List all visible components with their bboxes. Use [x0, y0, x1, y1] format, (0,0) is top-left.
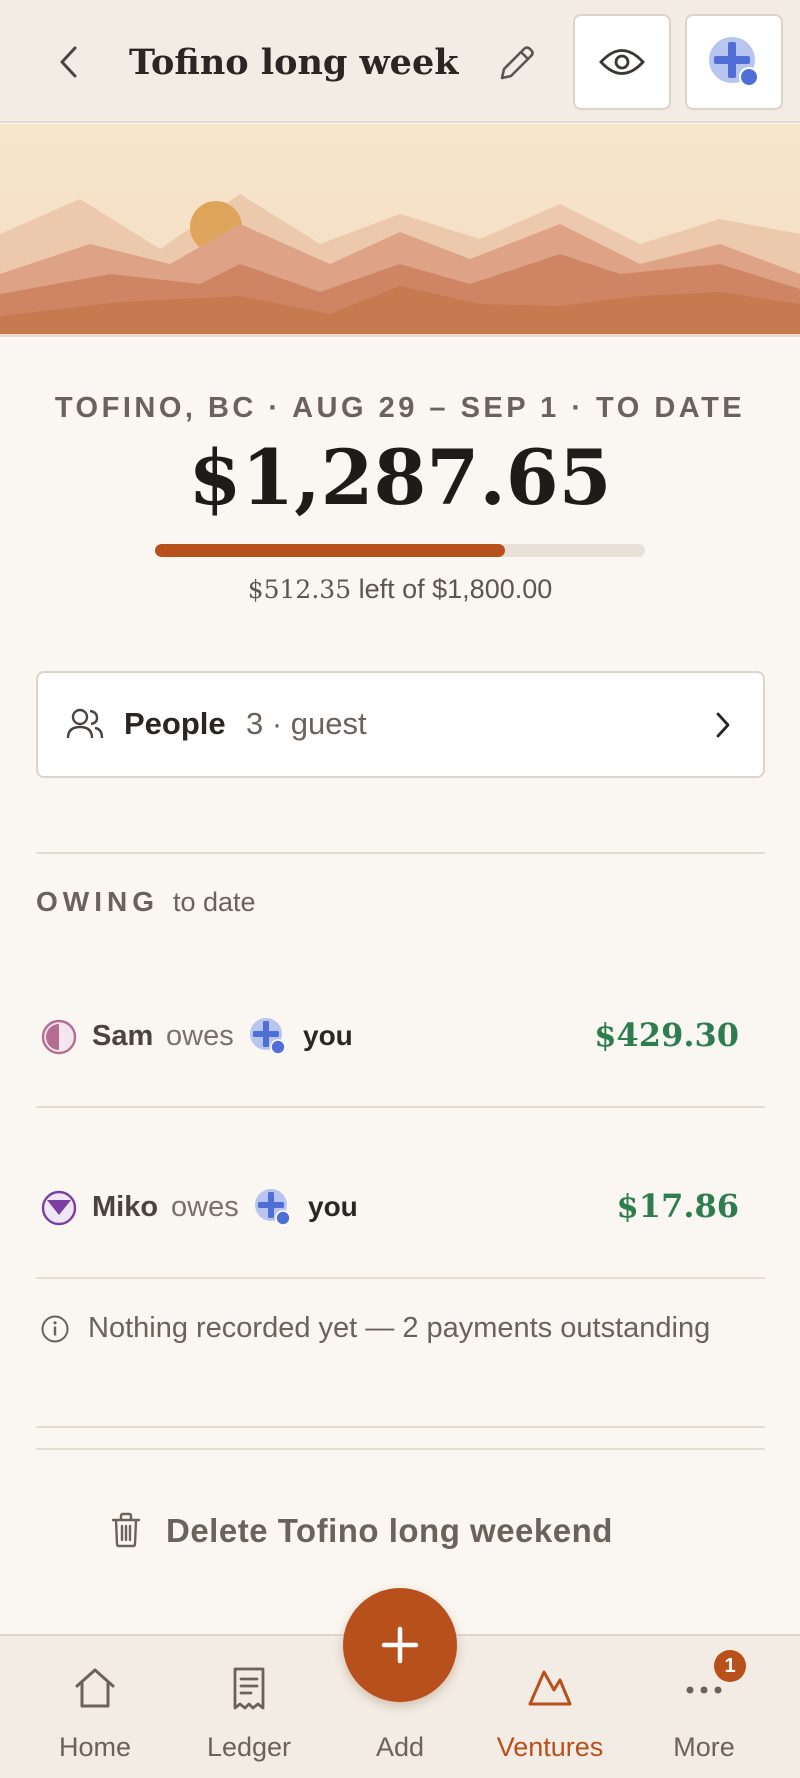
trash-icon	[111, 1512, 141, 1548]
user-avatar-icon	[709, 37, 759, 87]
section-divider	[36, 1426, 765, 1428]
owed-amount: $17.86	[616, 1187, 739, 1225]
miko-avatar-icon	[41, 1190, 77, 1226]
people-card[interactable]: People 3 · guest	[36, 671, 765, 778]
owing-title: OWING	[36, 886, 159, 917]
section-divider	[36, 1448, 765, 1450]
you-avatar-icon	[255, 1189, 291, 1226]
back-button[interactable]	[46, 38, 90, 86]
people-count: 3 · guest	[246, 706, 367, 741]
remaining-text: left of $1,800.00	[351, 574, 553, 604]
trip-banner-illustration	[0, 124, 800, 336]
profile-avatar-button[interactable]	[685, 14, 783, 110]
trip-meta: TOFINO, BC · AUG 29 – SEP 1 · TO DATE	[54, 392, 746, 424]
owing-subtitle: to date	[173, 887, 256, 917]
sam-avatar-icon	[41, 1019, 77, 1055]
trip-total: $1,287.65	[188, 433, 612, 522]
chevron-left-icon	[60, 46, 77, 78]
owing-heading: OWING to date	[36, 886, 256, 918]
owes-label: owes	[171, 1191, 239, 1223]
home-icon	[75, 1668, 115, 1708]
nav-ventures-label: Ventures	[496, 1732, 604, 1762]
remaining-amount: $512.35	[247, 575, 352, 604]
you-avatar-icon	[250, 1018, 286, 1055]
nav-more-label: More	[673, 1732, 735, 1762]
owed-amount: $429.30	[594, 1016, 739, 1054]
add-expense-fab[interactable]	[343, 1588, 457, 1702]
section-divider	[36, 852, 765, 854]
delete-label: Delete Tofino long weekend	[166, 1512, 613, 1549]
plus-icon	[381, 1626, 419, 1664]
people-icon	[66, 708, 104, 739]
payments-note: Nothing recorded yet — 2 payments outsta…	[40, 1310, 780, 1350]
eye-icon	[599, 49, 645, 75]
debtor-name: Sam	[92, 1020, 154, 1052]
nav-ventures[interactable]: Ventures	[480, 1636, 620, 1778]
chevron-right-icon	[716, 712, 730, 738]
nav-ledger[interactable]: Ledger	[179, 1636, 319, 1778]
payments-note-text: Nothing recorded yet — 2 payments outsta…	[88, 1312, 711, 1344]
delete-venture-button[interactable]: Delete Tofino long weekend	[110, 1502, 670, 1558]
nav-home[interactable]: Home	[25, 1636, 165, 1778]
row-divider	[36, 1277, 765, 1279]
edit-title-button[interactable]	[488, 36, 544, 92]
page-title: Tofino long week…	[129, 42, 459, 83]
info-icon	[41, 1315, 69, 1343]
nav-more[interactable]: More	[634, 1636, 774, 1778]
people-label: People	[124, 706, 226, 741]
creditor-name: you	[303, 1020, 353, 1051]
row-divider	[36, 1106, 765, 1108]
owes-label: owes	[166, 1020, 234, 1052]
nav-add-label: Add	[375, 1732, 425, 1762]
pencil-icon	[500, 46, 534, 80]
banner-divider	[0, 334, 800, 337]
creditor-name: you	[308, 1191, 358, 1222]
budget-progress-bar	[155, 544, 645, 557]
owing-row-sam[interactable]: Sam owes you $429.30	[36, 1006, 765, 1066]
nav-ledger-label: Ledger	[206, 1732, 292, 1762]
notification-badge: 1	[714, 1650, 746, 1682]
receipt-icon	[233, 1667, 265, 1710]
app-header: Tofino long week…	[0, 0, 800, 123]
mountain-icon	[528, 1670, 572, 1706]
visibility-button[interactable]	[573, 14, 671, 110]
budget-progress-fill	[155, 544, 506, 557]
nav-home-label: Home	[58, 1732, 132, 1762]
budget-remaining: $512.35 left of $1,800.00	[0, 574, 800, 605]
owing-row-miko[interactable]: Miko owes you $17.86	[36, 1177, 765, 1237]
debtor-name: Miko	[92, 1191, 159, 1223]
